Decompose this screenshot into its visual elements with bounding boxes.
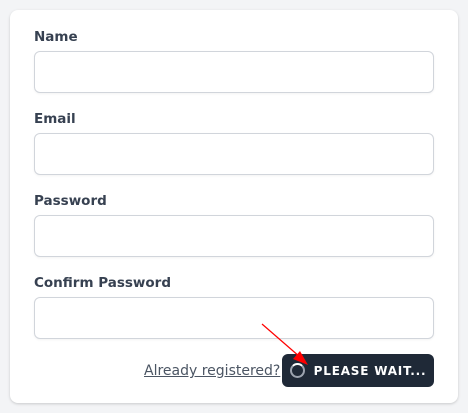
password-field-group: Password (34, 192, 434, 257)
already-registered-link[interactable]: Already registered? (144, 361, 280, 381)
password-label: Password (34, 193, 107, 209)
confirm-password-field-group: Confirm Password (34, 274, 434, 339)
annotation-arrow-icon (261, 323, 308, 365)
name-input[interactable] (34, 51, 434, 93)
register-form-card: Name Email Password Confirm Password Alr… (10, 10, 458, 403)
name-field-group: Name (34, 28, 434, 93)
confirm-password-input[interactable] (34, 297, 434, 339)
email-field-group: Email (34, 110, 434, 175)
name-label: Name (34, 29, 78, 45)
email-label: Email (34, 111, 76, 127)
password-input[interactable] (34, 215, 434, 257)
email-input[interactable] (34, 133, 434, 175)
confirm-password-label: Confirm Password (34, 275, 172, 291)
submit-button-label: PLEASE WAIT... (313, 363, 427, 378)
